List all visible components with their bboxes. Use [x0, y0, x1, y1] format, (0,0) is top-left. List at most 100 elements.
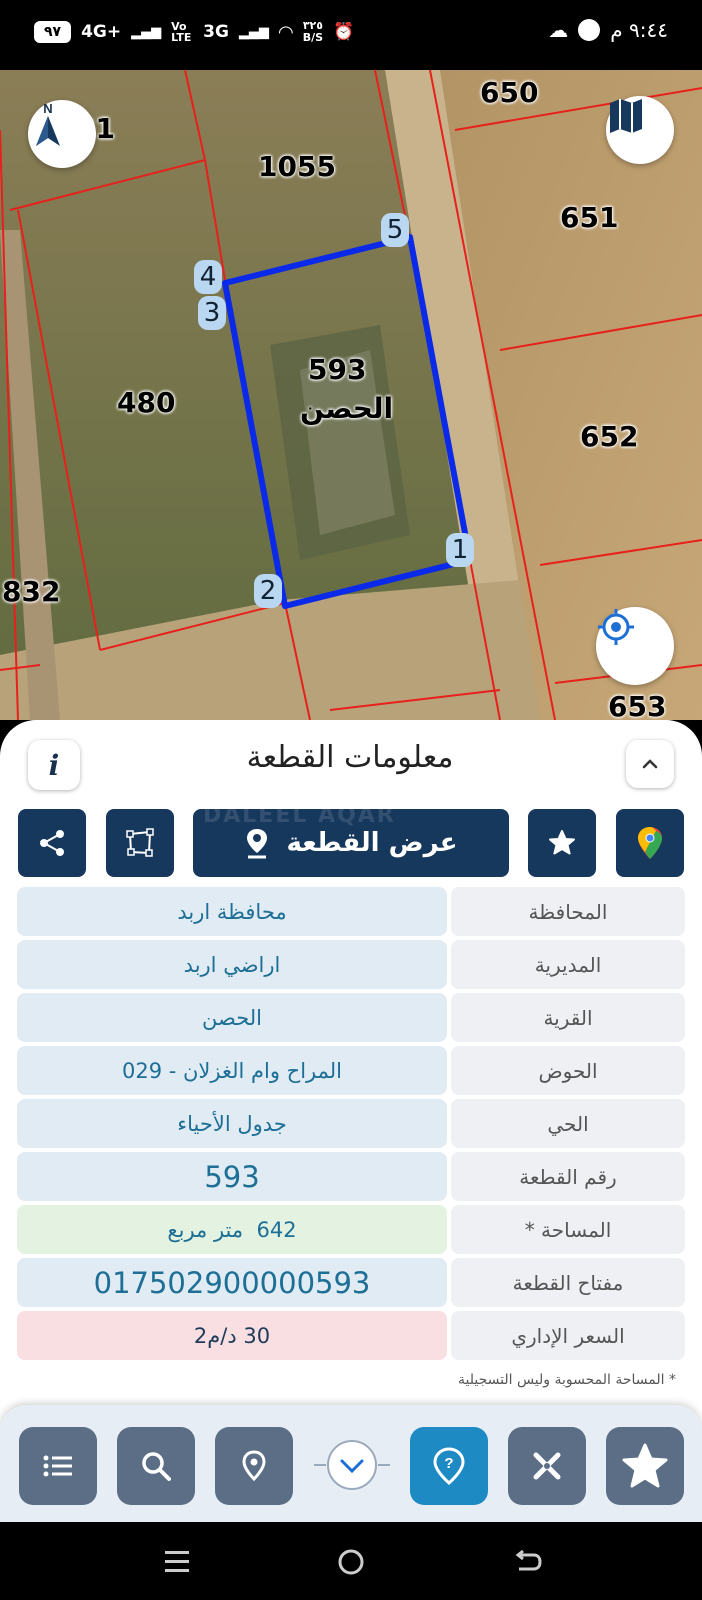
vertex-label-2[interactable]: 2 — [254, 574, 282, 608]
nav-collapse-button[interactable] — [314, 1437, 390, 1493]
village-value: الحصن — [17, 993, 447, 1042]
vertex-label-4[interactable]: 4 — [194, 260, 222, 294]
watermark: DALEEL AQAR — [203, 803, 396, 828]
crosshair-icon — [598, 609, 634, 645]
row-neighborhood: جدول الأحياء الحي — [17, 1099, 685, 1148]
area-label: المساحة * — [451, 1205, 685, 1254]
parcel-number-value: 593 — [17, 1152, 447, 1201]
data-speed: ٣٢٥ B/S — [303, 20, 323, 44]
area-value: 642 متر مربع — [17, 1205, 447, 1254]
neighborhood-label: الحي — [451, 1099, 685, 1148]
row-parcel-number: 593 رقم القطعة — [17, 1152, 685, 1201]
svg-text:?: ? — [444, 1455, 453, 1472]
home-button[interactable] — [331, 1542, 371, 1582]
signal-icon-2: ▂▄▆ — [238, 24, 269, 40]
nav-help-button[interactable]: ? — [410, 1427, 488, 1505]
show-parcel-label: عرض القطعة — [286, 828, 458, 858]
parcel-label[interactable]: 653 — [608, 690, 666, 720]
svg-text:N: N — [43, 101, 52, 116]
vertex-label-1[interactable]: 1 — [446, 533, 474, 567]
alarm-icon: ⏰ — [333, 22, 355, 42]
directorate-label: المديرية — [451, 940, 685, 989]
share-button[interactable] — [18, 809, 86, 877]
help-pin-icon: ? — [433, 1447, 465, 1485]
nav-favorites-button[interactable] — [606, 1427, 684, 1505]
cloud-icon: ☁ — [548, 18, 569, 42]
parcel-label[interactable]: 480 — [117, 386, 175, 419]
neighborhood-value: جدول الأحياء — [17, 1099, 447, 1148]
chevron-up-icon — [642, 759, 658, 769]
row-governorate: محافظة اربد المحافظة — [17, 887, 685, 936]
parcel-key-label: مفتاح القطعة — [451, 1258, 685, 1307]
network-4g: 4G+ — [81, 22, 122, 42]
row-village: الحصن القرية — [17, 993, 685, 1042]
expand-button[interactable] — [626, 740, 674, 788]
basin-label: الحوض — [451, 1046, 685, 1095]
speed-unit: B/S — [302, 31, 324, 44]
location-pin-icon — [247, 829, 268, 859]
nav-location-button[interactable] — [215, 1427, 293, 1505]
polygon-button[interactable] — [106, 809, 174, 877]
action-bar: عرض القطعة DALEEL AQAR — [0, 803, 702, 879]
recent-apps-icon — [165, 1551, 189, 1572]
row-admin-price: 30 د/م2 السعر الإداري — [17, 1311, 685, 1360]
parcel-label[interactable]: 651 — [560, 201, 618, 234]
panel-header: i معلومات القطعة — [0, 720, 702, 800]
bottom-nav: ? — [0, 1405, 702, 1522]
admin-price-value: 30 د/م2 — [17, 1311, 447, 1360]
panel-title: معلومات القطعة — [246, 740, 454, 775]
favorite-button[interactable] — [528, 809, 596, 877]
status-right: ٩:٤٤ م ☁ — [548, 18, 668, 42]
battery-level: ٩٧ — [44, 24, 62, 40]
status-left: ٩٧ 4G+ ▂▄▆ Vo LTE 3G ▂▄▆ ◠ ٣٢٥ B/S ⏰ — [34, 20, 354, 44]
wifi-icon: ◠ — [278, 21, 293, 43]
admin-price-label: السعر الإداري — [451, 1311, 685, 1360]
clock: ٩:٤٤ م — [610, 18, 668, 42]
governorate-value: محافظة اربد — [17, 887, 447, 936]
basin-value: المراح وام الغزلان - 029 — [17, 1046, 447, 1095]
status-bar: ٩٧ 4G+ ▂▄▆ Vo LTE 3G ▂▄▆ ◠ ٣٢٥ B/S ⏰ ٩:٤… — [0, 0, 702, 70]
home-icon — [338, 1549, 364, 1575]
parcel-label[interactable]: 650 — [480, 76, 538, 109]
village-label: القرية — [451, 993, 685, 1042]
selected-parcel-number[interactable]: 593 — [308, 353, 366, 386]
nav-search-button[interactable] — [117, 1427, 195, 1505]
area-footnote: * المساحة المحسوبة وليس التسجيلية — [458, 1372, 676, 1388]
map-layers-button[interactable] — [606, 96, 674, 164]
row-parcel-key: 017502900000593 مفتاح القطعة — [17, 1258, 685, 1307]
map-view[interactable]: 3 1 1055 650 651 480 652 832 653 593 الحص… — [0, 70, 702, 720]
recent-apps-button[interactable] — [157, 1542, 197, 1582]
volte-label: Vo LTE — [171, 20, 192, 44]
back-icon — [515, 1549, 542, 1571]
network-3g: 3G — [203, 22, 229, 42]
parcel-label[interactable]: 1055 — [258, 150, 336, 183]
governorate-label: المحافظة — [451, 887, 685, 936]
compass-button[interactable]: N — [28, 100, 96, 168]
parcel-number-label: رقم القطعة — [451, 1152, 685, 1201]
map-icon — [610, 99, 642, 133]
system-nav-bar — [0, 1522, 702, 1600]
info-icon: i — [48, 748, 60, 782]
star-icon — [622, 1443, 668, 1488]
signal-icon: ▂▄▆ — [131, 24, 162, 40]
row-directorate: اراضي اربد المديرية — [17, 940, 685, 989]
vertex-label-3[interactable]: 3 — [198, 296, 226, 330]
nav-tools-button[interactable] — [508, 1427, 586, 1505]
chevron-down-circle-icon — [314, 1440, 390, 1490]
parcel-info-panel: i معلومات القطعة عرض القطعة DALEEL AQAR … — [0, 720, 702, 1520]
back-button[interactable] — [508, 1542, 548, 1582]
parcel-label[interactable]: 652 — [580, 420, 638, 453]
show-parcel-button[interactable]: عرض القطعة DALEEL AQAR — [193, 803, 509, 877]
parcel-label[interactable]: 832 — [2, 575, 60, 608]
my-location-button[interactable] — [596, 607, 674, 685]
parcel-key-value[interactable]: 017502900000593 — [17, 1258, 447, 1307]
vertex-label-5[interactable]: 5 — [381, 213, 409, 247]
battery-icon: ٩٧ — [34, 21, 72, 43]
google-maps-button[interactable] — [616, 809, 684, 877]
tools-icon — [533, 1452, 561, 1480]
compass-icon: N — [36, 101, 60, 146]
nav-list-button[interactable] — [19, 1427, 97, 1505]
info-button[interactable]: i — [28, 740, 80, 790]
search-icon — [142, 1452, 171, 1481]
whatsapp-icon — [578, 19, 601, 41]
